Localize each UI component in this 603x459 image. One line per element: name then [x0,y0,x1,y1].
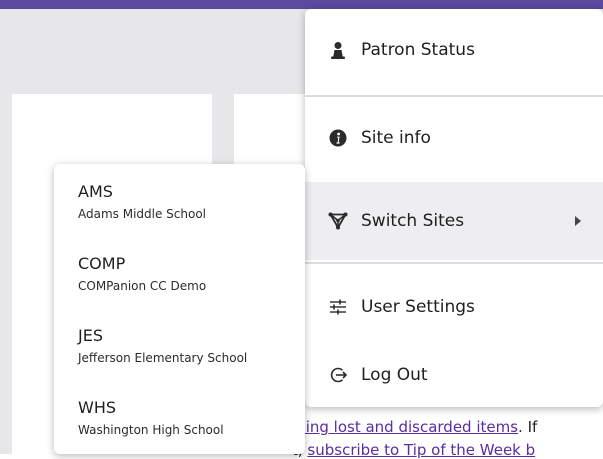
app-top-bar [0,0,603,9]
menu-item-patron-status[interactable]: Patron Status [305,14,603,86]
menu-divider [305,262,603,264]
site-option-comp[interactable]: COMP COMPanion CC Demo [78,254,298,294]
user-menu: Patron Status Site info Switch Sites Use… [305,9,603,407]
article-text-line: dling lost and discarded items. If [292,418,537,436]
site-code: AMS [78,182,113,201]
network-icon [328,211,348,231]
menu-item-label: Patron Status [361,40,475,60]
menu-item-switch-sites[interactable]: Switch Sites [305,182,603,260]
page-gutter [0,94,12,454]
site-option-ams[interactable]: AMS Adams Middle School [78,182,298,222]
site-name: Jefferson Elementary School [78,351,248,365]
site-option-jes[interactable]: JES Jefferson Elementary School [78,326,298,366]
chevron-right-icon [575,216,581,226]
menu-item-label: Log Out [361,365,428,385]
menu-item-log-out[interactable]: Log Out [305,339,603,407]
menu-item-site-info[interactable]: Site info [305,102,603,174]
sliders-icon [328,297,348,317]
subscribe-link[interactable]: subscribe to Tip of the Week b [307,441,535,459]
site-code: JES [78,326,103,345]
logout-icon [328,365,348,385]
site-option-whs[interactable]: WHS Washington High School [78,398,298,438]
site-code: WHS [78,398,117,417]
menu-item-user-settings[interactable]: User Settings [305,271,603,343]
lost-items-link[interactable]: dling lost and discarded items [292,418,518,436]
menu-item-label: User Settings [361,297,475,317]
site-name: Washington High School [78,423,224,437]
menu-item-label: Site info [361,128,431,148]
site-code: COMP [78,254,126,273]
person-icon [328,40,348,60]
menu-divider [305,95,603,97]
site-name: Adams Middle School [78,207,207,221]
info-icon [328,128,348,148]
menu-item-label: Switch Sites [361,211,465,231]
article-text-line: t, subscribe to Tip of the Week b [292,441,535,459]
switch-sites-submenu: AMS Adams Middle School COMP COMPanion C… [54,164,305,454]
site-name: COMPanion CC Demo [78,279,207,293]
article-text: . If [518,418,538,436]
